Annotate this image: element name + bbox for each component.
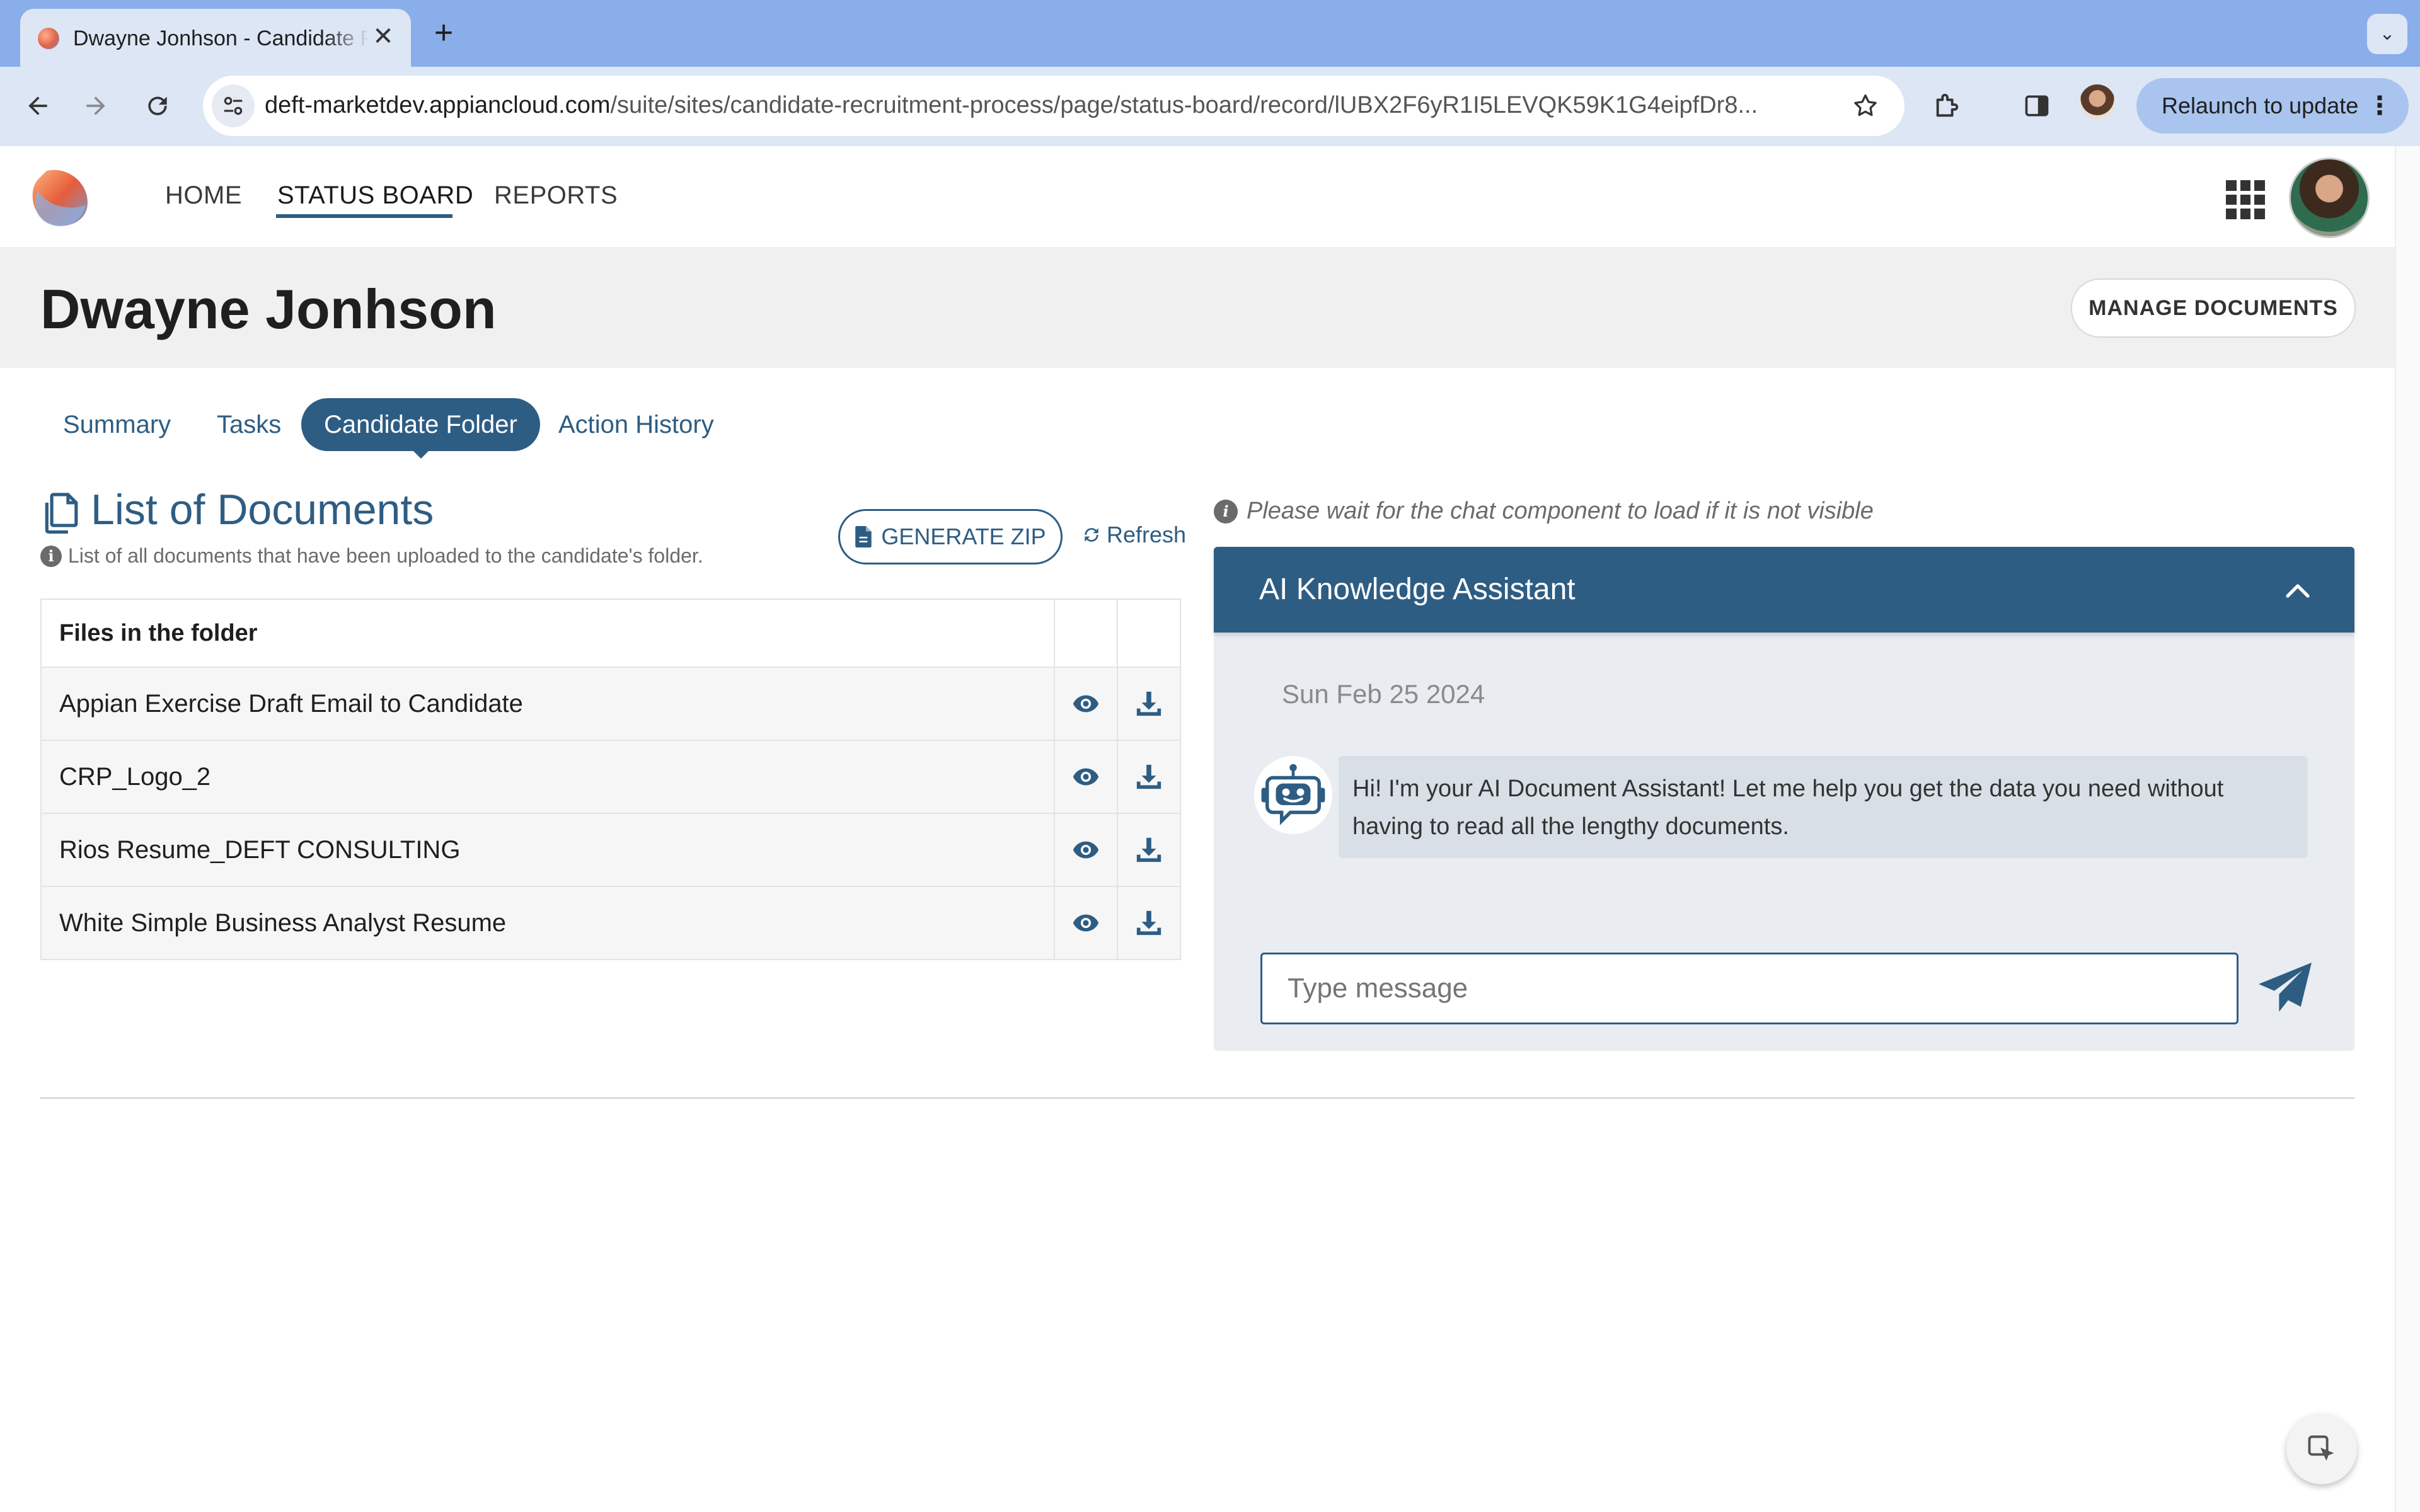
address-bar[interactable]: deft-marketdev.appiancloud.com/suite/sit… xyxy=(203,76,1904,136)
browser-tab-strip: Dwayne Jonhson - Candidate Folder ✕ + ⌄ xyxy=(0,0,2420,67)
generate-zip-label: GENERATE ZIP xyxy=(881,524,1046,549)
view-column-header xyxy=(1054,598,1118,668)
arrow-left-icon xyxy=(28,96,47,115)
robot-icon xyxy=(1254,756,1332,834)
chevron-up-icon[interactable] xyxy=(2283,576,2313,606)
file-name[interactable]: Appian Exercise Draft Email to Candidate xyxy=(40,667,1055,741)
generate-zip-button[interactable]: GENERATE ZIP xyxy=(838,509,1063,564)
nav-active-indicator xyxy=(276,214,452,218)
page-scrollbar[interactable] xyxy=(2395,146,2420,1512)
table-row: CRP_Logo_2 xyxy=(40,740,1181,814)
user-avatar[interactable] xyxy=(2289,158,2370,238)
ai-assistant-panel: AI Knowledge Assistant Sun Feb 25 2024 H… xyxy=(1214,547,2354,1051)
file-name[interactable]: CRP_Logo_2 xyxy=(40,740,1055,814)
browser-profile-avatar[interactable] xyxy=(2080,84,2115,120)
arrow-right-icon xyxy=(86,96,105,115)
view-button[interactable] xyxy=(1054,740,1118,814)
site-settings-icon[interactable] xyxy=(212,84,255,127)
url-text: deft-marketdev.appiancloud.com/suite/sit… xyxy=(265,92,1853,119)
download-button[interactable] xyxy=(1117,740,1181,814)
close-tab-icon[interactable]: ✕ xyxy=(369,23,397,50)
chat-loading-note: i Please wait for the chat component to … xyxy=(1214,498,1874,525)
bookmark-star-icon[interactable] xyxy=(1849,89,1882,122)
cursor-select-icon xyxy=(2308,1435,2334,1461)
app-header: HOME STATUS BOARD REPORTS xyxy=(0,146,2395,248)
new-tab-button[interactable]: + xyxy=(426,15,461,50)
view-button[interactable] xyxy=(1054,667,1118,741)
extensions-icon[interactable] xyxy=(1927,86,1968,126)
tab-search-button[interactable]: ⌄ xyxy=(2367,14,2407,54)
download-button[interactable] xyxy=(1117,667,1181,741)
info-icon: i xyxy=(1214,499,1238,524)
tab-summary[interactable]: Summary xyxy=(63,398,171,451)
download-button[interactable] xyxy=(1117,813,1181,887)
url-host: deft-marketdev.appiancloud.com xyxy=(265,92,611,118)
files-column-header: Files in the folder xyxy=(40,598,1055,668)
download-icon xyxy=(1136,837,1161,862)
appian-favicon-icon xyxy=(38,28,59,49)
view-button[interactable] xyxy=(1054,886,1118,960)
tab-action-history[interactable]: Action History xyxy=(558,398,714,451)
refresh-link[interactable]: Refresh xyxy=(1081,522,1186,548)
eye-icon xyxy=(1073,841,1099,859)
info-icon: i xyxy=(40,545,62,567)
eye-icon xyxy=(1073,695,1099,713)
browser-menu-icon[interactable]: ⋮ xyxy=(2367,78,2392,134)
section-divider xyxy=(40,1097,2354,1099)
reload-button[interactable] xyxy=(137,86,178,126)
nav-home[interactable]: HOME xyxy=(165,181,242,210)
cursor-select-button[interactable] xyxy=(2286,1414,2357,1484)
table-header-row: Files in the folder xyxy=(40,598,1181,668)
download-icon xyxy=(1136,764,1161,789)
active-tab-caret xyxy=(411,449,431,459)
documents-subtitle: i List of all documents that have been u… xyxy=(40,544,703,568)
app-launcher-grid-icon[interactable] xyxy=(2226,180,2265,219)
table-row: Rios Resume_DEFT CONSULTING xyxy=(40,813,1181,887)
chat-header[interactable]: AI Knowledge Assistant xyxy=(1214,547,2354,633)
download-icon xyxy=(1136,691,1161,716)
manage-documents-button[interactable]: MANAGE DOCUMENTS xyxy=(2071,278,2356,338)
tab-tasks[interactable]: Tasks xyxy=(217,398,281,451)
url-path: /suite/sites/candidate-recruitment-proce… xyxy=(610,92,1758,118)
download-button[interactable] xyxy=(1117,886,1181,960)
documents-icon xyxy=(45,493,78,534)
file-name[interactable]: White Simple Business Analyst Resume xyxy=(40,886,1055,960)
reload-icon xyxy=(148,96,167,115)
eye-icon xyxy=(1073,914,1099,932)
refresh-label: Refresh xyxy=(1107,522,1187,547)
table-row: White Simple Business Analyst Resume xyxy=(40,886,1181,960)
nav-reports[interactable]: REPORTS xyxy=(494,181,618,210)
view-button[interactable] xyxy=(1054,813,1118,887)
download-icon xyxy=(1136,910,1161,936)
page-title: Dwayne Jonhson xyxy=(40,278,497,340)
browser-tab-active[interactable]: Dwayne Jonhson - Candidate Folder ✕ xyxy=(20,9,411,67)
table-row: Appian Exercise Draft Email to Candidate xyxy=(40,667,1181,741)
browser-toolbar: deft-marketdev.appiancloud.com/suite/sit… xyxy=(0,67,2420,147)
tab-candidate-folder[interactable]: Candidate Folder xyxy=(301,398,540,451)
file-name[interactable]: Rios Resume_DEFT CONSULTING xyxy=(40,813,1055,887)
record-header: Dwayne Jonhson MANAGE DOCUMENTS xyxy=(0,247,2395,368)
back-button[interactable] xyxy=(18,86,58,126)
files-table: Files in the folder Appian Exercise Draf… xyxy=(40,598,1181,960)
forward-button[interactable] xyxy=(76,86,116,126)
documents-title: List of Documents xyxy=(91,486,434,534)
chat-date: Sun Feb 25 2024 xyxy=(1282,679,1485,709)
chat-title: AI Knowledge Assistant xyxy=(1259,573,1576,606)
side-panel-icon[interactable] xyxy=(2017,86,2057,126)
documents-subtitle-text: List of all documents that have been upl… xyxy=(68,544,703,567)
eye-icon xyxy=(1073,768,1099,786)
chat-message-input[interactable] xyxy=(1260,953,2238,1024)
refresh-icon xyxy=(1085,528,1098,542)
file-icon xyxy=(855,526,872,547)
bot-message-bubble: Hi! I'm your AI Document Assistant! Let … xyxy=(1339,756,2308,858)
send-icon[interactable] xyxy=(2252,959,2318,1019)
download-column-header xyxy=(1117,598,1181,668)
chat-loading-note-text: Please wait for the chat component to lo… xyxy=(1247,498,1874,524)
appian-logo[interactable] xyxy=(25,163,96,233)
nav-status-board[interactable]: STATUS BOARD xyxy=(277,181,473,210)
relaunch-label: Relaunch to update xyxy=(2162,93,2359,118)
browser-tab-title: Dwayne Jonhson - Candidate Folder xyxy=(73,26,369,50)
relaunch-to-update-button[interactable]: Relaunch to update ⋮ xyxy=(2136,78,2409,134)
